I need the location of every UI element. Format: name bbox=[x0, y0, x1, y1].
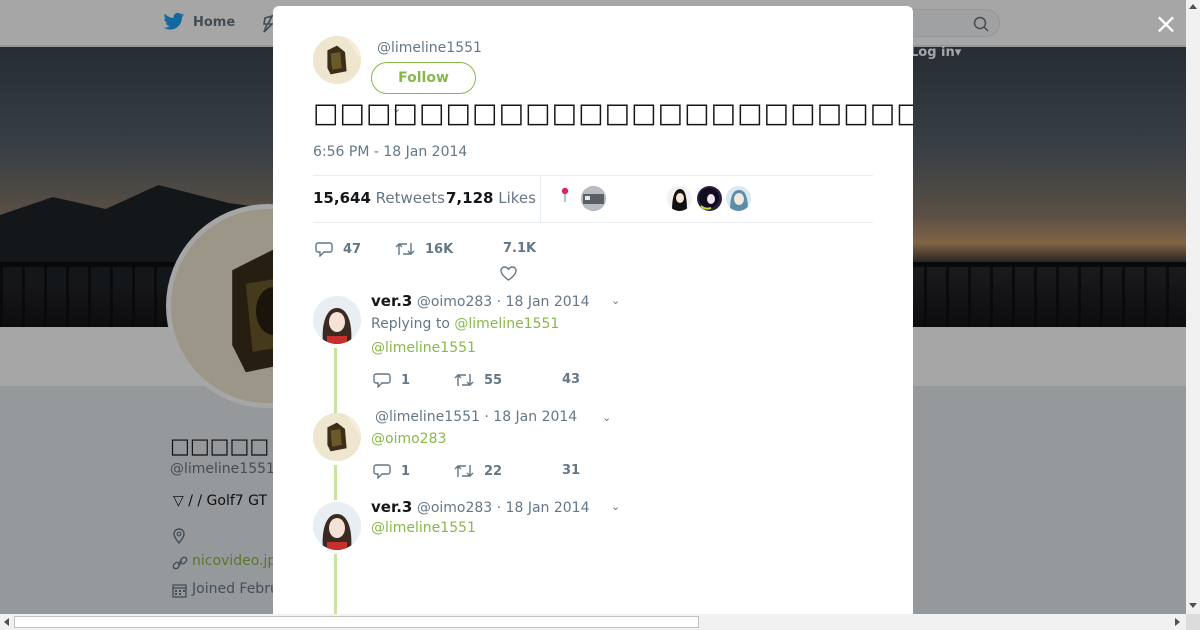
reply-author-name[interactable]: ver.3 bbox=[371, 292, 412, 310]
author-avatar[interactable] bbox=[313, 36, 361, 84]
liker-avatar[interactable] bbox=[697, 186, 722, 211]
liker-avatar[interactable] bbox=[581, 186, 606, 211]
likes-label: Likes bbox=[498, 189, 536, 207]
scrollbar-thumb[interactable] bbox=[14, 616, 699, 628]
horizontal-scrollbar[interactable] bbox=[0, 614, 1186, 630]
chevron-down-icon[interactable]: ⌄ bbox=[611, 500, 620, 513]
reply-icon bbox=[373, 373, 391, 388]
reply-date[interactable]: · 18 Jan 2014 bbox=[497, 294, 590, 310]
reply-count: 1 bbox=[401, 372, 411, 388]
replying-to-line: Replying to @limeline1551 bbox=[371, 316, 559, 332]
reply-header: ver.3 @oimo283 · 18 Jan 2014 bbox=[371, 292, 589, 310]
reply-avatar[interactable] bbox=[313, 296, 361, 344]
reply-date[interactable]: · 18 Jan 2014 bbox=[484, 409, 577, 425]
reply-button[interactable]: 1 bbox=[373, 463, 410, 479]
scroll-left-arrow[interactable] bbox=[4, 618, 9, 626]
reply-header: ver.3 @oimo283 · 18 Jan 2014 bbox=[371, 498, 589, 516]
reply-count: 1 bbox=[401, 463, 411, 479]
liker-avatar[interactable] bbox=[726, 186, 751, 211]
like-button[interactable] bbox=[500, 266, 517, 285]
reply-text[interactable]: @limeline1551 bbox=[371, 340, 476, 356]
retweet-count: 55 bbox=[484, 372, 503, 388]
tweet-actions: 47 16K 7.1K bbox=[313, 232, 873, 282]
reply-author-handle[interactable]: @oimo283 bbox=[417, 500, 492, 516]
follow-button[interactable]: Follow bbox=[371, 62, 476, 94]
liker-avatar[interactable] bbox=[667, 186, 692, 211]
likes-stat[interactable]: 7,128 Likes bbox=[446, 189, 536, 207]
retweet-button[interactable]: 55 bbox=[454, 372, 502, 388]
like-count: 43 bbox=[562, 372, 581, 387]
scroll-right-arrow[interactable] bbox=[1175, 618, 1180, 626]
stats-divider bbox=[540, 176, 541, 223]
scrollbar-corner bbox=[1186, 614, 1200, 630]
reply-avatar[interactable] bbox=[313, 413, 361, 461]
reply-count: 47 bbox=[343, 241, 362, 257]
author-handle[interactable]: @limeline1551 bbox=[377, 40, 482, 56]
like-count-label: 7.1K bbox=[503, 241, 536, 256]
like-button[interactable]: 43 bbox=[562, 372, 580, 387]
tweet-stats: 15,644 Retweets 7,128 Likes bbox=[313, 175, 873, 223]
reply-text[interactable]: @limeline1551 bbox=[371, 520, 476, 536]
like-count: 31 bbox=[562, 463, 581, 478]
replying-to-link[interactable]: @limeline1551 bbox=[454, 316, 559, 332]
retweet-icon bbox=[395, 243, 415, 255]
retweet-count: 22 bbox=[484, 463, 503, 479]
scroll-up-arrow[interactable] bbox=[1189, 4, 1197, 9]
thread-connector bbox=[334, 348, 337, 413]
reply-text[interactable]: @oimo283 bbox=[371, 431, 446, 447]
chevron-down-icon[interactable]: ⌄ bbox=[611, 294, 620, 307]
reply-button[interactable]: 47 bbox=[315, 241, 361, 257]
retweet-button[interactable]: 22 bbox=[454, 463, 502, 479]
retweets-count: 15,644 bbox=[313, 189, 371, 207]
retweet-icon bbox=[454, 374, 474, 386]
vertical-scrollbar[interactable] bbox=[1186, 0, 1200, 614]
reply-date[interactable]: · 18 Jan 2014 bbox=[497, 500, 590, 516]
like-button[interactable]: 31 bbox=[562, 463, 580, 478]
tweet-text: □□□□□□□□□□□□□□□□□□□□□□□□□□□□□□□□□□□□□□□□ bbox=[313, 98, 913, 129]
thread-connector bbox=[334, 465, 337, 500]
heart-icon bbox=[500, 266, 517, 281]
scroll-down-arrow[interactable] bbox=[1189, 603, 1197, 608]
close-icon[interactable]: × bbox=[1154, 10, 1178, 38]
pin-icon bbox=[560, 187, 570, 207]
thread-connector bbox=[334, 554, 337, 618]
reply-author-handle[interactable]: @oimo283 bbox=[417, 294, 492, 310]
reply-author-name[interactable]: ver.3 bbox=[371, 498, 412, 516]
retweets-label: Retweets bbox=[375, 189, 445, 207]
retweets-stat[interactable]: 15,644 Retweets bbox=[313, 189, 445, 207]
tweet-timestamp[interactable]: 6:56 PM - 18 Jan 2014 bbox=[313, 144, 467, 160]
retweet-count: 16K bbox=[425, 241, 454, 257]
retweet-button[interactable]: 16K bbox=[395, 241, 453, 257]
replying-to-label: Replying to bbox=[371, 316, 450, 332]
reply-icon bbox=[315, 242, 333, 257]
reply-avatar[interactable] bbox=[313, 502, 361, 550]
chevron-down-icon[interactable]: ⌄ bbox=[602, 411, 611, 424]
reply-button[interactable]: 1 bbox=[373, 372, 410, 388]
retweet-icon bbox=[454, 465, 474, 477]
reply-author-handle[interactable]: @limeline1551 bbox=[375, 409, 480, 425]
likes-count: 7,128 bbox=[446, 189, 494, 207]
reply-icon bbox=[373, 464, 391, 479]
like-count: 7.1K bbox=[503, 241, 537, 256]
reply-header: @limeline1551 · 18 Jan 2014 bbox=[375, 409, 577, 425]
tweet-permalink-modal: @limeline1551 Follow ⌄ □□□□□□□□□□□□□□□□□… bbox=[273, 6, 913, 618]
